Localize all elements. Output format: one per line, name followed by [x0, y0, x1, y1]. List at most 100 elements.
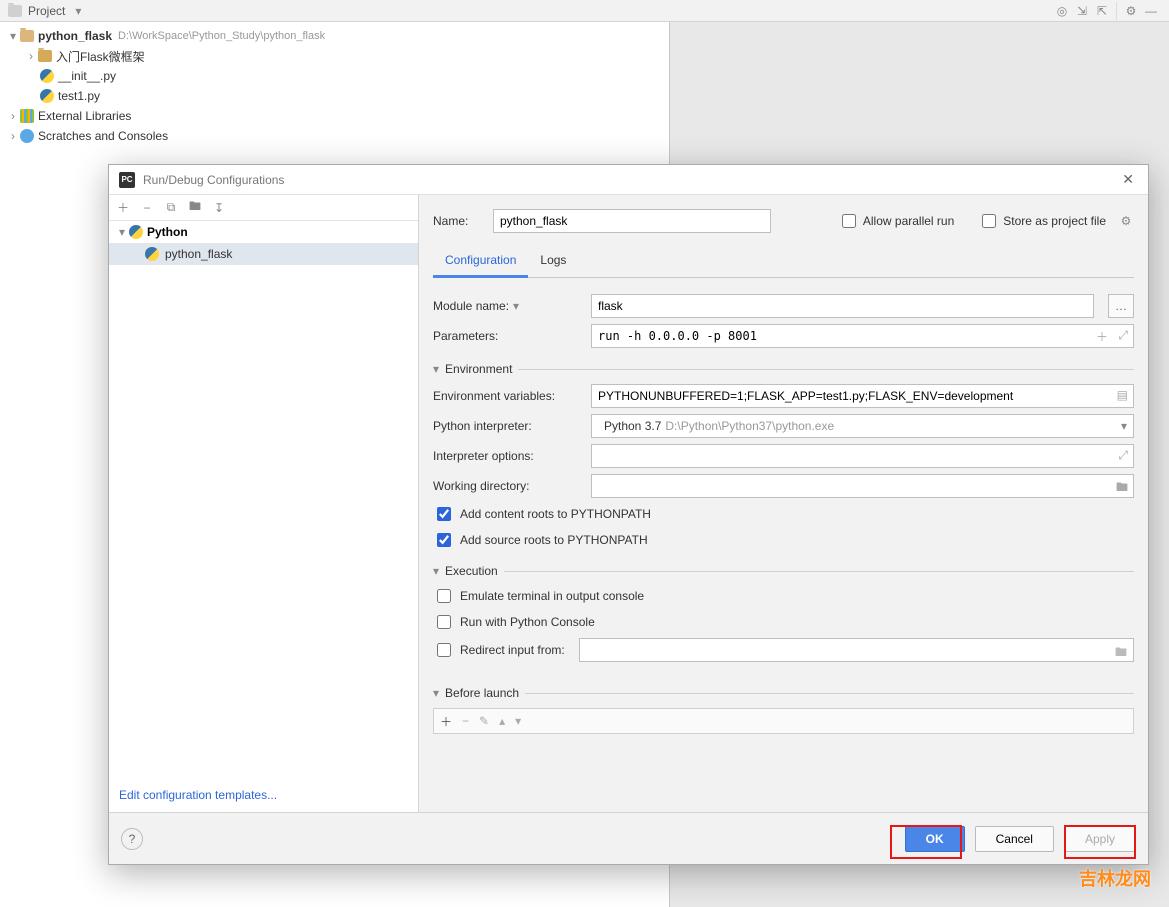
- folder-icon: [20, 30, 34, 42]
- hide-icon[interactable]: —: [1141, 1, 1161, 21]
- folder-icon[interactable]: 🖿: [1116, 478, 1128, 499]
- tree-item-folder[interactable]: › 入门Flask微框架: [0, 46, 669, 66]
- apply-button[interactable]: Apply: [1064, 826, 1136, 852]
- gear-icon[interactable]: ⚙: [1118, 213, 1134, 229]
- tab-logs[interactable]: Logs: [528, 247, 578, 277]
- config-tabs: Configuration Logs: [433, 247, 1134, 278]
- project-tab-label[interactable]: Project ▾: [8, 4, 81, 18]
- list-icon[interactable]: ▤: [1117, 388, 1128, 402]
- name-label: Name:: [433, 214, 481, 228]
- add-content-roots-checkbox[interactable]: [437, 507, 451, 521]
- copy-icon[interactable]: ⧉: [163, 200, 179, 216]
- expand-icon[interactable]: ⤢: [1118, 328, 1128, 343]
- allow-parallel-run-checkbox[interactable]: Allow parallel run: [838, 211, 954, 231]
- add-content-roots-label: Add content roots to PYTHONPATH: [460, 507, 651, 521]
- folder-icon[interactable]: 🖿: [1115, 643, 1127, 664]
- plus-icon[interactable]: ＋: [1096, 328, 1108, 345]
- python-icon: [129, 225, 143, 239]
- tree-root-label: python_flask: [38, 29, 112, 43]
- ide-top-toolbar: Project ▾ ◎ ⇲ ⇱ ⚙ —: [0, 0, 1169, 22]
- close-icon[interactable]: ✕: [1118, 171, 1138, 188]
- chevron-down-icon: ▾: [1121, 419, 1127, 433]
- tab-configuration[interactable]: Configuration: [433, 247, 528, 278]
- tree-item-label: __init__.py: [58, 69, 116, 83]
- folder-icon: [38, 50, 52, 62]
- remove-icon[interactable]: −: [139, 200, 155, 216]
- gear-icon[interactable]: ⚙: [1121, 1, 1141, 21]
- tree-item-file[interactable]: test1.py: [0, 86, 669, 106]
- library-icon: [20, 109, 34, 123]
- interpreter-select[interactable]: Python 3.7 D:\Python\Python37\python.exe…: [591, 414, 1134, 438]
- redirect-input-checkbox[interactable]: [437, 643, 451, 657]
- twisty-icon[interactable]: ▾: [115, 225, 129, 239]
- redirect-input-label: Redirect input from:: [460, 643, 565, 657]
- config-tree-toolbar: ＋ − ⧉ 🖿 ↧: [109, 195, 418, 221]
- add-icon[interactable]: ＋: [440, 713, 452, 730]
- collapse-caret-icon[interactable]: ▾: [433, 686, 439, 700]
- before-launch-toolbar: ＋ − ✎ ▴ ▾: [433, 708, 1134, 734]
- section-execution-title: Execution: [445, 564, 498, 578]
- dialog-footer: ? OK Cancel Apply: [109, 812, 1148, 864]
- tree-item-file[interactable]: __init__.py: [0, 66, 669, 86]
- run-debug-config-dialog: PC Run/Debug Configurations ✕ ＋ − ⧉ 🖿 ↧ …: [108, 164, 1149, 865]
- ok-button[interactable]: OK: [905, 826, 965, 852]
- down-icon: ▾: [515, 714, 521, 728]
- config-group-python[interactable]: ▾ Python: [109, 221, 418, 243]
- allow-parallel-label: Allow parallel run: [863, 214, 954, 228]
- tree-item-label: test1.py: [58, 89, 100, 103]
- expand-all-icon[interactable]: ⇲: [1072, 1, 1092, 21]
- add-icon[interactable]: ＋: [115, 200, 131, 216]
- interp-opts-label: Interpreter options:: [433, 449, 583, 463]
- module-name-label: Module name: ▾: [433, 299, 583, 313]
- twisty-icon[interactable]: ›: [24, 49, 38, 63]
- env-vars-label: Environment variables:: [433, 389, 583, 403]
- module-name-input[interactable]: [591, 294, 1094, 318]
- tree-root[interactable]: ▾ python_flask D:\WorkSpace\Python_Study…: [0, 26, 669, 46]
- workdir-input[interactable]: [591, 474, 1134, 498]
- python-icon: [145, 247, 159, 261]
- interp-opts-input[interactable]: [591, 444, 1134, 468]
- chevron-down-icon[interactable]: ▾: [513, 299, 519, 313]
- project-tab-text: Project: [28, 4, 65, 18]
- interpreter-path: D:\Python\Python37\python.exe: [665, 419, 834, 433]
- config-item-python-flask[interactable]: python_flask: [109, 243, 418, 265]
- tree-external-libs[interactable]: › External Libraries: [0, 106, 669, 126]
- section-environment-title: Environment: [445, 362, 512, 376]
- twisty-icon[interactable]: ›: [6, 109, 20, 123]
- emulate-terminal-label: Emulate terminal in output console: [460, 589, 644, 603]
- cancel-button[interactable]: Cancel: [975, 826, 1054, 852]
- edit-templates-link[interactable]: Edit configuration templates...: [109, 778, 418, 812]
- config-item-label: python_flask: [165, 247, 232, 261]
- python-file-icon: [40, 69, 54, 83]
- tree-item-label: Scratches and Consoles: [38, 129, 168, 143]
- folder-save-icon[interactable]: 🖿: [187, 200, 203, 216]
- target-icon[interactable]: ◎: [1052, 1, 1072, 21]
- collapse-all-icon[interactable]: ⇱: [1092, 1, 1112, 21]
- twisty-icon[interactable]: ›: [6, 129, 20, 143]
- browse-button[interactable]: …: [1108, 294, 1134, 318]
- redirect-input-field[interactable]: 🖿: [579, 638, 1134, 662]
- help-icon[interactable]: ?: [121, 828, 143, 850]
- add-source-roots-checkbox[interactable]: [437, 533, 451, 547]
- name-input[interactable]: [493, 209, 771, 233]
- tree-scratches[interactable]: › Scratches and Consoles: [0, 126, 669, 146]
- sort-icon[interactable]: ↧: [211, 200, 227, 216]
- config-tree-panel: ＋ − ⧉ 🖿 ↧ ▾ Python python_flask Edit con…: [109, 195, 419, 812]
- expand-icon[interactable]: ⤢: [1118, 448, 1128, 463]
- up-icon: ▴: [499, 714, 505, 728]
- emulate-terminal-checkbox[interactable]: [437, 589, 451, 603]
- run-python-console-checkbox[interactable]: [437, 615, 451, 629]
- python-file-icon: [40, 89, 54, 103]
- collapse-caret-icon[interactable]: ▾: [433, 362, 439, 376]
- parameters-input[interactable]: [591, 324, 1134, 348]
- store-as-project-file-checkbox[interactable]: Store as project file: [978, 211, 1106, 231]
- edit-icon: ✎: [479, 714, 489, 728]
- dialog-titlebar: PC Run/Debug Configurations ✕: [109, 165, 1148, 195]
- collapse-caret-icon[interactable]: ▾: [433, 564, 439, 578]
- tree-item-label: External Libraries: [38, 109, 131, 123]
- pycharm-logo-icon: PC: [119, 172, 135, 188]
- dialog-title-text: Run/Debug Configurations: [143, 173, 284, 187]
- scratch-icon: [20, 129, 34, 143]
- twisty-icon[interactable]: ▾: [6, 29, 20, 43]
- env-vars-input[interactable]: [591, 384, 1134, 408]
